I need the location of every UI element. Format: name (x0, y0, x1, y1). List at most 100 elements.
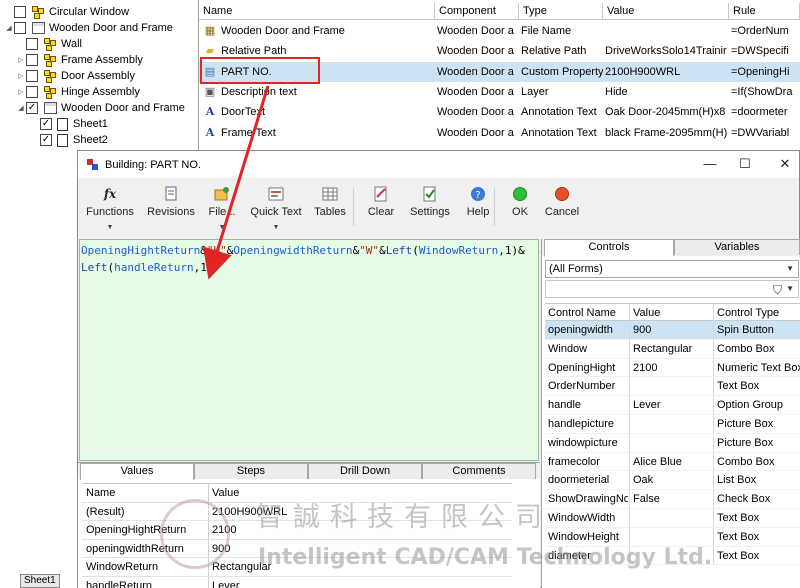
tree-checkbox[interactable]: ✓ (40, 118, 52, 130)
property-value: 2100H900WRL (605, 65, 681, 78)
control-row[interactable]: openingwidth 900 Spin Button (545, 321, 800, 340)
expander-icon[interactable]: ◢ (4, 24, 14, 32)
control-row[interactable]: ShowDrawingNo False Check Box (545, 490, 800, 509)
values-row[interactable]: (Result) 2100H900WRL (82, 503, 512, 521)
control-row[interactable]: Window Rectangular Combo Box (545, 339, 800, 359)
file-button[interactable]: File... ▼ (204, 186, 240, 231)
rule-token: "W" (359, 244, 380, 257)
tree-item[interactable]: ◢ Wooden Door and Frame (4, 20, 173, 36)
property-component: Wooden Door a (437, 126, 514, 139)
settings-button[interactable]: Settings (406, 186, 454, 218)
close-icon[interactable]: ✕ (775, 155, 795, 173)
tree-checkbox[interactable] (26, 54, 38, 66)
tree-item[interactable]: Circular Window (4, 4, 129, 20)
control-row[interactable]: WindowHeight Text Box (545, 527, 800, 547)
tab-drill-down[interactable]: Drill Down (308, 463, 422, 479)
control-name: Window (548, 342, 588, 355)
property-rule: =DWVariabl (731, 126, 790, 139)
values-header-value[interactable]: Value (212, 484, 239, 502)
property-component: Wooden Door a (437, 65, 514, 78)
chevron-down-icon[interactable]: ▼ (786, 284, 794, 293)
property-row[interactable]: A DoorText Wooden Door a Annotation Text Oak… (199, 102, 800, 122)
column-header-rule[interactable]: Rule (729, 3, 800, 20)
tree-item[interactable]: Wall (16, 36, 82, 52)
expander-icon[interactable]: ▷ (16, 88, 26, 96)
values-row[interactable]: OpeningHightReturn 2100 (82, 521, 512, 540)
values-row[interactable]: openingwidthReturn 900 (82, 540, 512, 558)
chevron-down-icon[interactable]: ▼ (81, 224, 139, 231)
tree-item[interactable]: ✓ Sheet2 (30, 132, 108, 148)
tree-item[interactable]: ✓ Sheet1 (30, 116, 108, 132)
assembly-icon (43, 53, 57, 67)
property-name: Frame Text (221, 126, 276, 139)
tab-values[interactable]: Values (80, 463, 194, 480)
control-row[interactable]: doormeterial Oak List Box (545, 471, 800, 491)
tab-comments[interactable]: Comments (422, 463, 536, 479)
tree-checkbox[interactable] (14, 6, 26, 18)
ok-button[interactable]: OK (508, 186, 532, 218)
control-value: Rectangular (633, 342, 693, 355)
tree-checkbox[interactable]: ✓ (26, 102, 38, 114)
values-row[interactable]: handleReturn Lever (82, 577, 512, 588)
tree-item[interactable]: ▷ Hinge Assembly (16, 84, 140, 100)
dialog-titlebar[interactable]: Building: PART NO. — ☐ ✕ (78, 151, 799, 178)
column-header-component[interactable]: Component (435, 3, 519, 20)
tree-item[interactable]: ▷ Door Assembly (16, 68, 135, 84)
control-row[interactable]: windowpicture Picture Box (545, 433, 800, 453)
quick-text-button[interactable]: Quick Text ▼ (244, 186, 308, 231)
control-type: Picture Box (717, 436, 774, 449)
controls-header-type[interactable]: Control Type (717, 304, 800, 322)
values-row[interactable]: WindowReturn Rectangular (82, 558, 512, 577)
rule-editor[interactable]: OpeningHightReturn&"H"&OpeningwidthRetur… (79, 239, 539, 461)
forms-combo[interactable]: (All Forms) ▼ (545, 260, 799, 278)
expander-icon[interactable]: ◢ (16, 104, 26, 112)
controls-header-value[interactable]: Value (633, 304, 713, 322)
property-row[interactable]: ▣ Description text Wooden Door a Layer Hide =… (199, 82, 800, 102)
tree-item[interactable]: ▷ Frame Assembly (16, 52, 143, 68)
help-button[interactable]: ? Help (462, 186, 494, 218)
control-type: Option Group (717, 399, 784, 412)
controls-header-name[interactable]: Control Name (548, 304, 628, 322)
expander-icon[interactable]: ▷ (16, 56, 26, 64)
property-value: black Frame-2095mm(H) (605, 126, 727, 139)
property-row[interactable]: A Frame Text Wooden Door a Annotation Text b… (199, 123, 800, 143)
control-value: 900 (633, 324, 652, 336)
values-header-name[interactable]: Name (86, 484, 115, 502)
minimize-icon[interactable]: — (700, 155, 720, 173)
control-row[interactable]: handle Lever Option Group (545, 396, 800, 415)
toolbar-label: Quick Text (250, 206, 302, 218)
maximize-icon[interactable]: ☐ (735, 155, 755, 173)
filter-icon[interactable]: ⛉ (773, 283, 782, 298)
property-component: Wooden Door a (437, 85, 514, 98)
control-row[interactable]: WindowWidth Text Box (545, 508, 800, 528)
column-header-type[interactable]: Type (519, 3, 603, 20)
expander-icon[interactable]: ▷ (16, 72, 26, 80)
tree-checkbox[interactable] (26, 86, 38, 98)
tree-item[interactable]: ◢ ✓ Wooden Door and Frame (16, 100, 185, 116)
control-row[interactable]: framecolor Alice Blue Combo Box (545, 452, 800, 472)
tab-controls[interactable]: Controls (544, 239, 674, 256)
revisions-button[interactable]: Revisions (142, 186, 200, 218)
annotation-icon: A (205, 125, 215, 139)
tab-steps[interactable]: Steps (194, 463, 308, 479)
chevron-down-icon[interactable]: ▼ (244, 224, 308, 231)
column-header-value[interactable]: Value (603, 3, 729, 20)
tree-checkbox[interactable] (26, 38, 38, 50)
control-row[interactable]: OpeningHight 2100 Numeric Text Box (545, 358, 800, 378)
clear-button[interactable]: Clear (364, 186, 398, 218)
control-row[interactable]: OrderNumber Text Box (545, 377, 800, 397)
filter-row[interactable]: ⛉ ▼ (545, 280, 799, 298)
tab-variables[interactable]: Variables (674, 239, 800, 255)
tree-checkbox[interactable]: ✓ (40, 134, 52, 146)
tree-checkbox[interactable] (14, 22, 26, 34)
column-header-name[interactable]: Name (199, 3, 435, 20)
control-row[interactable]: handlepicture Picture Box (545, 414, 800, 434)
functions-button[interactable]: fx Functions ▼ (81, 186, 139, 231)
chevron-down-icon[interactable]: ▼ (204, 224, 240, 231)
property-row[interactable]: ▦ Wooden Door and Frame Wooden Door a File … (199, 21, 800, 41)
control-row[interactable]: diameter Text Box (545, 546, 800, 566)
cancel-button[interactable]: Cancel (538, 186, 586, 218)
tree-checkbox[interactable] (26, 70, 38, 82)
tables-button[interactable]: Tables (310, 186, 350, 218)
sheet-tab[interactable]: Sheet1 (20, 574, 60, 588)
